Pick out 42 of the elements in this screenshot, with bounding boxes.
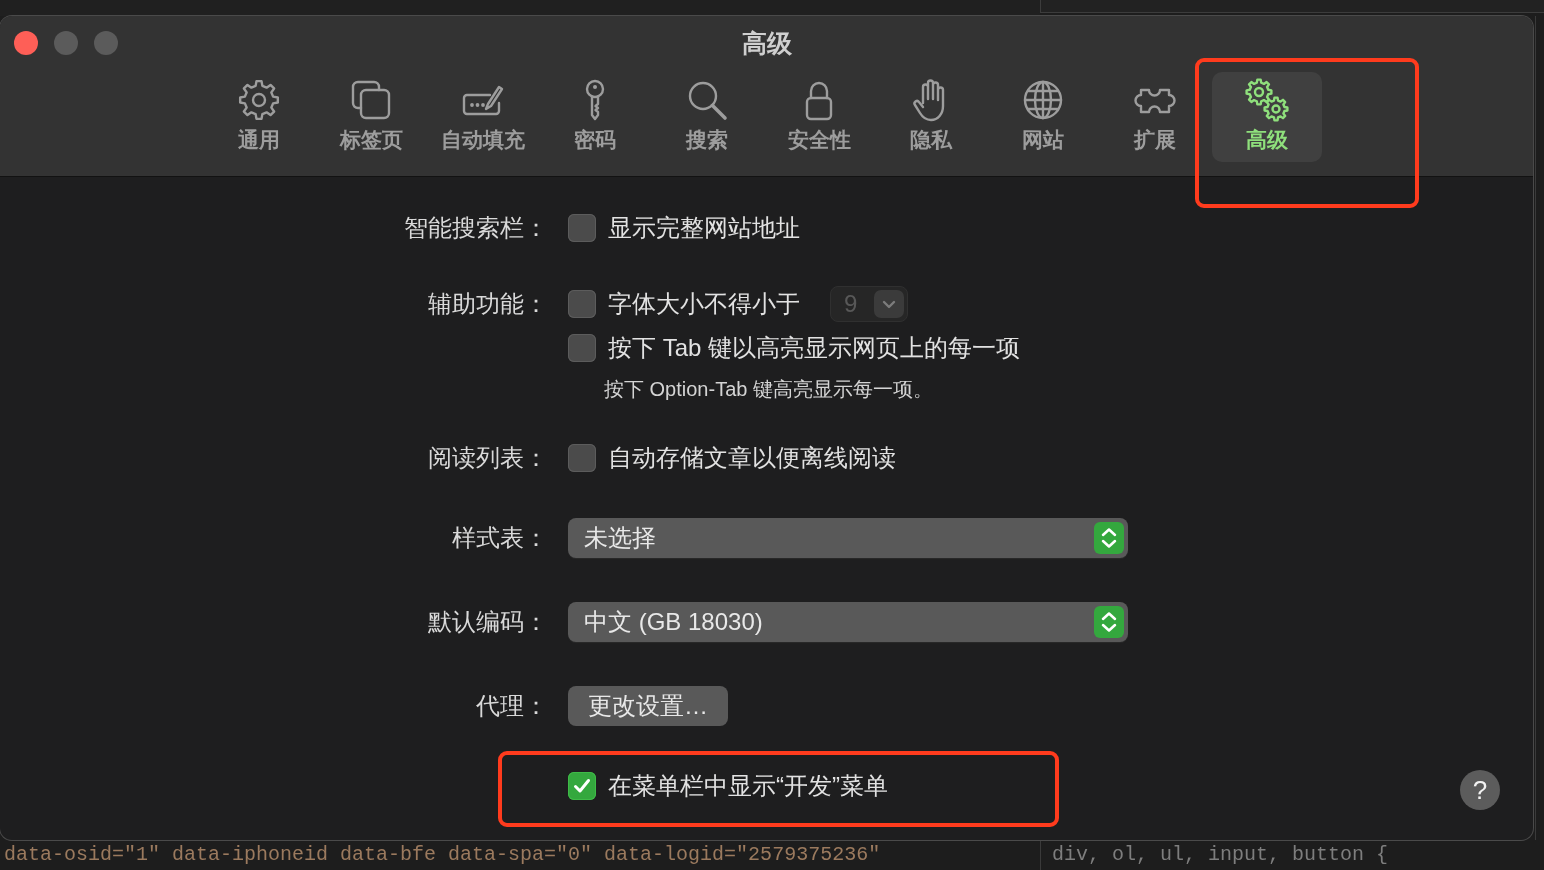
toolbar-tab[interactable]: 安全性 [764, 72, 874, 162]
toolbar-tab[interactable]: 自动填充 [428, 72, 538, 162]
window-close-button[interactable] [14, 31, 38, 55]
setting-label: 默认编码： [428, 607, 548, 637]
checkbox[interactable] [568, 214, 596, 242]
two-gears-icon [1245, 78, 1289, 122]
overlapping-squares-icon [349, 78, 393, 122]
setting-label: 样式表： [452, 523, 548, 553]
toolbar-tab[interactable]: 扩展 [1100, 72, 1210, 162]
toolbar-tab[interactable]: 隐私 [876, 72, 986, 162]
setting-label: 阅读列表： [428, 443, 548, 473]
setting-label: 辅助功能： [428, 289, 548, 319]
code-line: data-osid="1" data-iphoneid data-bfe data-spa="0" data-logid="2579375236" [4, 843, 881, 866]
checkbox[interactable] [568, 772, 596, 800]
hint-text: 按下 Option-Tab 键高亮显示每一项。 [603, 376, 933, 402]
help-button[interactable]: ? [1460, 770, 1500, 810]
toolbar-tab[interactable]: 高级 [1212, 72, 1322, 162]
chevron-updown-icon [1094, 606, 1124, 638]
chevron-down-icon [874, 290, 904, 318]
checkbox-label: 字体大小不得小于 [608, 289, 800, 319]
globe-icon [1021, 78, 1065, 122]
checkbox-label: 显示完整网站地址 [608, 213, 800, 243]
dropdown[interactable]: 中文 (GB 18030) [568, 602, 1128, 642]
dropdown[interactable]: 未选择 [568, 518, 1128, 558]
checkbox-label: 按下 Tab 键以高亮显示网页上的每一项 [608, 333, 1021, 363]
toolbar-tab[interactable]: 通用 [204, 72, 314, 162]
toolbar-tab[interactable]: 网站 [988, 72, 1098, 162]
checkbox-label: 在菜单栏中显示“开发”菜单 [608, 771, 888, 801]
setting-label: 代理： [476, 691, 548, 721]
checkbox[interactable] [568, 444, 596, 472]
window-title: 高级 [741, 28, 792, 58]
change-settings-button[interactable]: 更改设置… [568, 686, 728, 726]
code-line: div, ol, ul, input, button { [1052, 843, 1389, 866]
toolbar-tab[interactable]: 搜索 [652, 72, 762, 162]
toolbar-tab[interactable]: 密码 [540, 72, 650, 162]
checkbox-label: 自动存储文章以便离线阅读 [608, 443, 896, 473]
gear-icon [237, 78, 281, 122]
checkbox[interactable] [568, 290, 596, 318]
chevron-updown-icon [1094, 522, 1124, 554]
setting-label: 智能搜索栏： [404, 213, 548, 243]
checkbox[interactable] [568, 334, 596, 362]
toolbar-tab[interactable]: 标签页 [316, 72, 426, 162]
